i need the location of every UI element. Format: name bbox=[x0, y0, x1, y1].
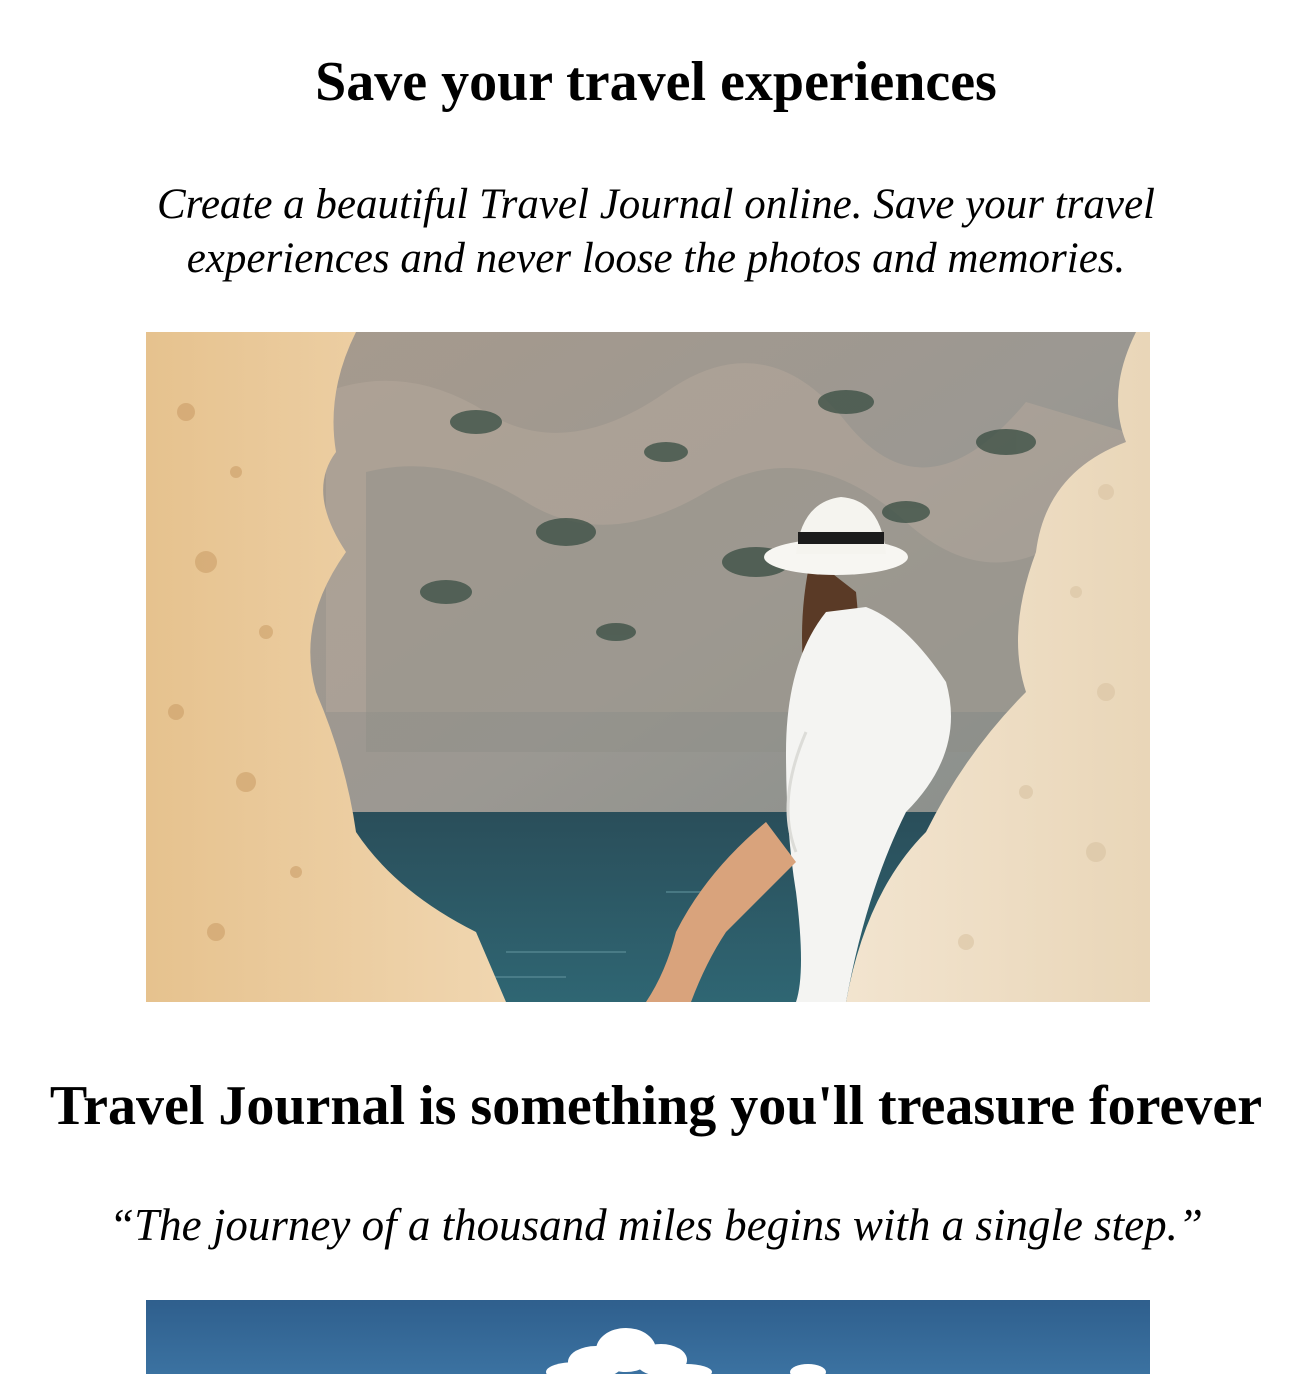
hero-lead: Create a beautiful Travel Journal online… bbox=[157, 181, 1155, 282]
travel-photo-woman-on-rocks bbox=[146, 332, 1150, 1002]
landing-page: Save your travel experiences Create a be… bbox=[0, 0, 1312, 1374]
travel-photo-sky bbox=[146, 1300, 1150, 1374]
travel-quote: “The journey of a thousand miles begins … bbox=[109, 1200, 1203, 1250]
hero-title: Save your travel experiences bbox=[315, 51, 997, 113]
section-title: Travel Journal is something you'll treas… bbox=[49, 1075, 1263, 1137]
